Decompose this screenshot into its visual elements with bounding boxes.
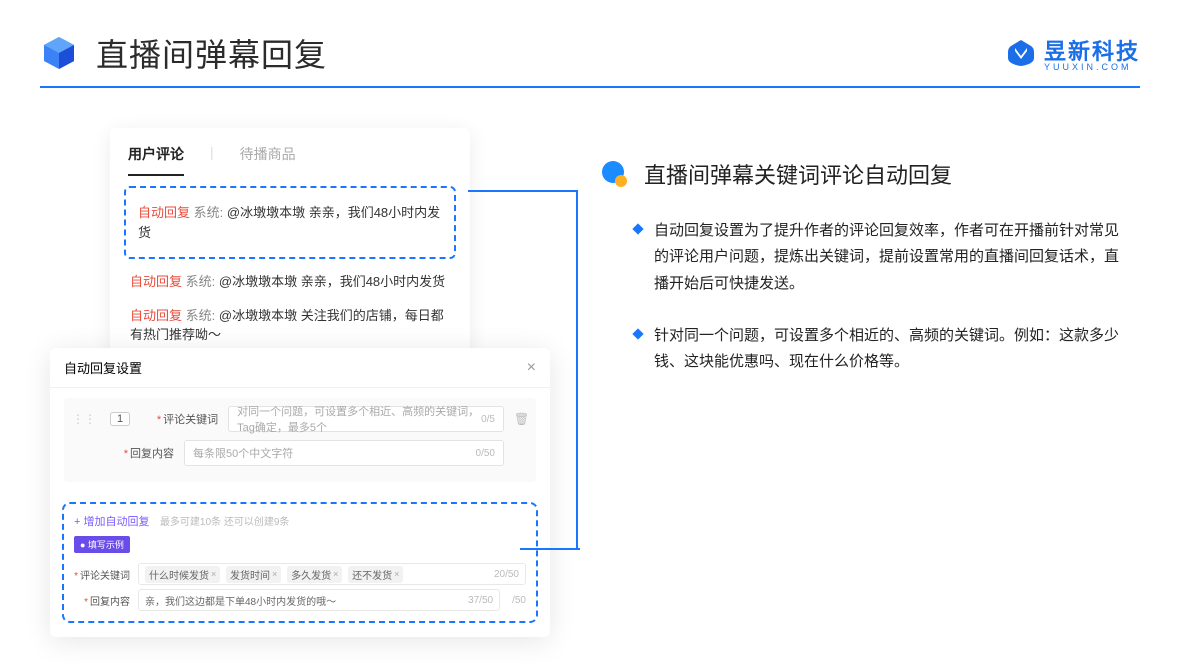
comment-item: 自动回复 系统: @冰墩墩本墩 亲亲，我们48小时内发货 — [124, 265, 456, 299]
content-label: 回复内容 — [130, 448, 174, 460]
content-input[interactable]: 每条限50个中文字符 0/50 — [184, 440, 504, 466]
ex-content-input[interactable]: 亲，我们这边都是下单48小时内发货的哦～ 37/50 — [138, 589, 500, 611]
description-panel: 直播间弹幕关键词评论自动回复 自动回复设置为了提升作者的评论回复效率，作者可在开… — [600, 128, 1130, 401]
char-counter: 0/5 — [481, 414, 495, 425]
brand-sub: YUUXIN.COM — [1044, 62, 1132, 72]
comments-panel: 用户评论 | 待播商品 自动回复 系统: @冰墩墩本墩 亲亲，我们48小时内发货… — [110, 128, 470, 370]
modal-title: 自动回复设置 — [64, 358, 142, 377]
tab-pending-products[interactable]: 待播商品 — [240, 144, 296, 176]
example-tag: ● 填写示例 — [74, 536, 130, 553]
keyword-label: 评论关键词 — [163, 414, 218, 426]
brand-logo: 昱新科技 YUUXIN.COM — [1006, 34, 1140, 72]
add-hint: 最多可建10条 还可以创建9条 — [160, 517, 289, 528]
comment-text: @冰墩墩本墩 亲亲，我们48小时内发货 — [219, 274, 445, 289]
bullet-text: 针对同一个问题，可设置多个相近的、高频的关键词。例如：这款多少钱、这块能优惠吗、… — [654, 323, 1130, 376]
char-counter: /50 — [512, 595, 526, 606]
char-counter: 0/50 — [476, 448, 495, 459]
tab-user-comments[interactable]: 用户评论 — [128, 144, 184, 176]
system-label: 系统: — [194, 205, 224, 220]
auto-reply-settings-modal: 自动回复设置 × ⋮⋮ 1 *评论关键词 对同一个问题，可设置多个相近、高频的关… — [50, 348, 550, 637]
tag-chip[interactable]: 发货时间× — [226, 566, 281, 583]
drag-handle-icon[interactable]: ⋮⋮ — [72, 412, 96, 426]
cube-icon — [40, 34, 78, 72]
close-icon[interactable]: × — [527, 359, 536, 377]
comment-item: 自动回复 系统: @冰墩墩本墩 关注我们的店铺，每日都有热门推荐呦～ — [124, 299, 456, 352]
system-label: 系统: — [186, 274, 216, 289]
system-label: 系统: — [186, 308, 216, 323]
delete-icon[interactable]: 🗑 — [514, 412, 528, 426]
tab-divider: | — [210, 144, 214, 176]
header-left: 直播间弹幕回复 — [40, 30, 327, 76]
diamond-icon — [632, 223, 643, 234]
auto-reply-tag: 自动回复 — [130, 274, 182, 289]
bullet-item: 针对同一个问题，可设置多个相近的、高频的关键词。例如：这款多少钱、这块能优惠吗、… — [634, 323, 1130, 376]
tag-chip[interactable]: 多久发货× — [287, 566, 342, 583]
section-icon — [600, 159, 630, 189]
brand-icon — [1006, 38, 1036, 68]
highlighted-comment: 自动回复 系统: @冰墩墩本墩 亲亲，我们48小时内发货 — [124, 186, 456, 259]
auto-reply-tag: 自动回复 — [130, 308, 182, 323]
add-auto-reply-link[interactable]: + 增加自动回复 — [74, 516, 149, 528]
ex-content-label: 回复内容 — [90, 597, 130, 608]
char-counter: 20/50 — [494, 569, 519, 580]
ex-keyword-input[interactable]: 什么时候发货× 发货时间× 多久发货× 还不发货× 20/50 — [138, 563, 526, 585]
keyword-input[interactable]: 对同一个问题，可设置多个相近、高频的关键词，Tag确定，最多5个 0/5 — [228, 406, 504, 432]
tag-chip[interactable]: 什么时候发货× — [145, 566, 220, 583]
example-block: + 增加自动回复 最多可建10条 还可以创建9条 ● 填写示例 *评论关键词 什… — [62, 502, 538, 623]
bullet-item: 自动回复设置为了提升作者的评论回复效率，作者可在开播前针对常见的评论用户问题，提… — [634, 218, 1130, 297]
diamond-icon — [632, 328, 643, 339]
ex-keyword-label: 评论关键词 — [80, 571, 130, 582]
auto-reply-tag: 自动回复 — [138, 205, 190, 220]
page-title: 直播间弹幕回复 — [96, 30, 327, 76]
header: 直播间弹幕回复 昱新科技 YUUXIN.COM — [0, 0, 1180, 86]
index-chip: 1 — [110, 412, 130, 426]
char-counter: 37/50 — [468, 595, 493, 606]
section-title: 直播间弹幕关键词评论自动回复 — [644, 158, 952, 190]
bullet-text: 自动回复设置为了提升作者的评论回复效率，作者可在开播前针对常见的评论用户问题，提… — [654, 218, 1130, 297]
tag-chip[interactable]: 还不发货× — [348, 566, 403, 583]
